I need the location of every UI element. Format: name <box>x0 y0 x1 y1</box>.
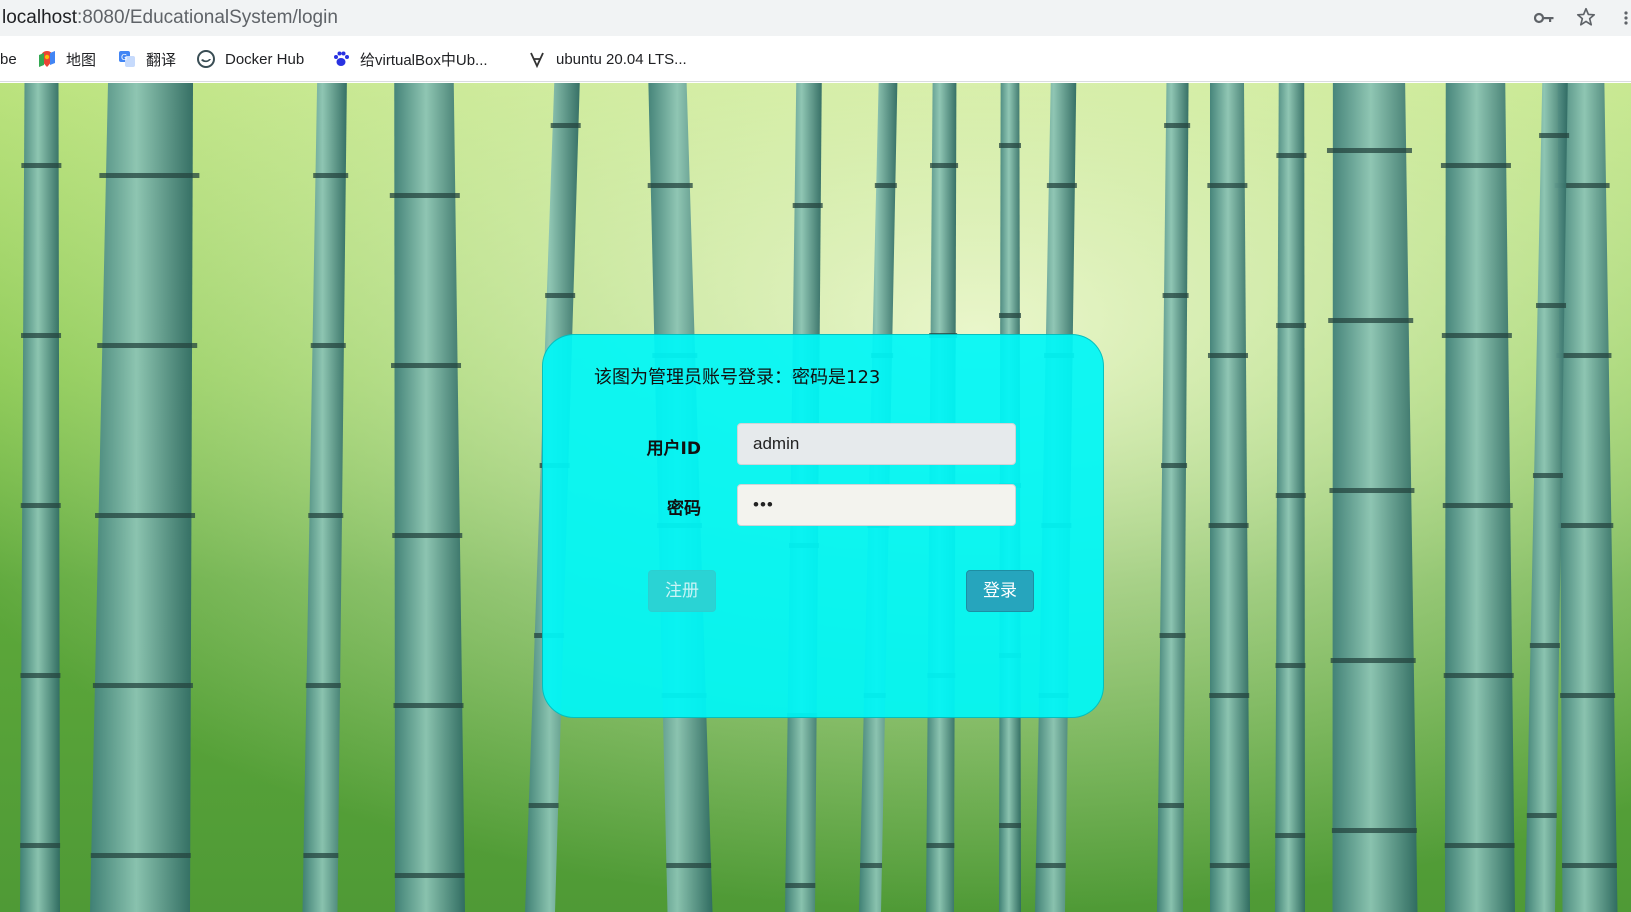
maps-icon <box>39 51 55 67</box>
bookmark-translate[interactable]: G 翻译 <box>118 48 176 70</box>
star-icon[interactable] <box>1575 6 1597 28</box>
docker-icon <box>197 50 215 68</box>
user-id-label: 用户ID <box>646 439 701 459</box>
login-panel: 该图为管理员账号登录：密码是123 用户ID admin 密码 ••• 注册 登… <box>542 334 1104 718</box>
browser-address-bar: localhost:8080/EducationalSystem/login <box>0 0 1631 36</box>
svg-text:G: G <box>121 53 127 62</box>
bookmark-partial[interactable]: be <box>0 48 17 70</box>
password-input[interactable]: ••• <box>737 484 1016 526</box>
more-icon[interactable] <box>1622 10 1630 26</box>
password-label: 密码 <box>667 499 701 519</box>
bookmark-ubuntu[interactable]: ubuntu 20.04 LTS... <box>528 48 687 70</box>
login-notice: 该图为管理员账号登录：密码是123 <box>594 367 881 388</box>
user-id-input[interactable]: admin <box>737 423 1016 465</box>
bookmark-maps[interactable]: 地图 <box>38 48 96 70</box>
register-button[interactable]: 注册 <box>648 570 716 612</box>
translate-icon: G <box>119 51 135 67</box>
bookmark-virtualbox[interactable]: 给virtualBox中Ub... <box>332 48 488 70</box>
key-icon[interactable] <box>1534 10 1554 26</box>
bookmark-docker-hub[interactable]: Docker Hub <box>197 48 304 70</box>
ubuntu-link-icon <box>530 52 544 68</box>
login-button[interactable]: 登录 <box>966 570 1034 612</box>
url-field[interactable]: localhost:8080/EducationalSystem/login <box>2 7 338 29</box>
bookmarks-bar: be 地图 G 翻译 Docker Hub 给virtualBox中Ub... <box>0 36 1631 82</box>
baidu-paw-icon <box>334 51 349 66</box>
